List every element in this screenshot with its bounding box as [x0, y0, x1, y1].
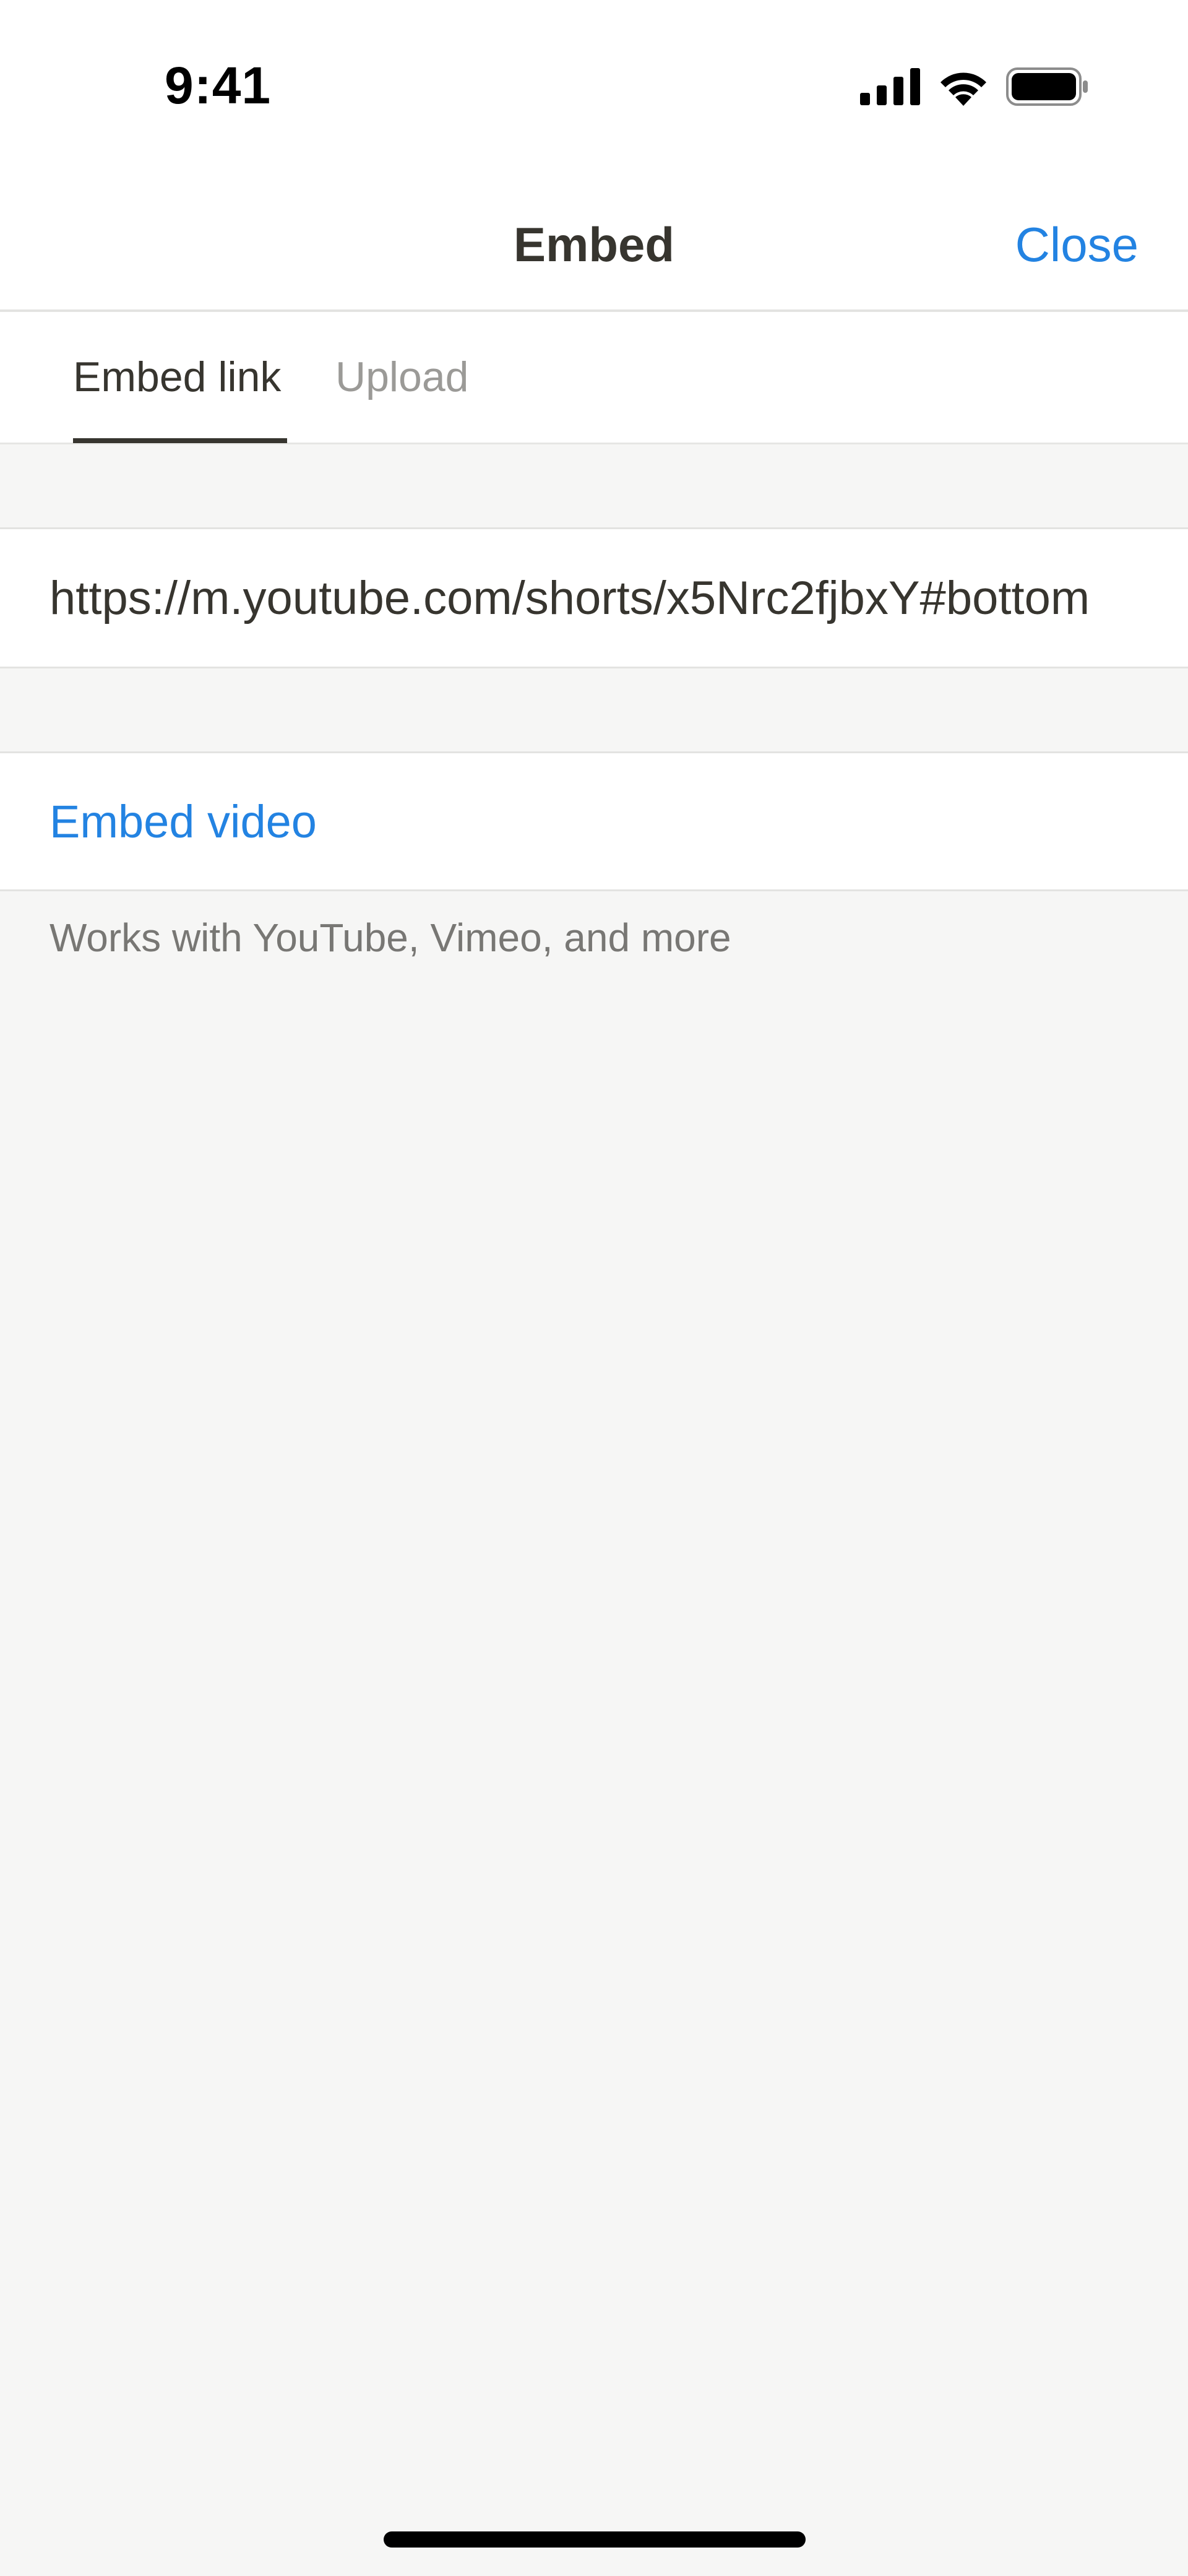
- embed-video-button[interactable]: Embed video: [0, 751, 1188, 891]
- close-button[interactable]: Close: [1015, 217, 1138, 273]
- embed-url-input[interactable]: [50, 529, 1188, 667]
- helper-text: Works with YouTube, Vimeo, and more: [50, 915, 731, 960]
- tab-upload[interactable]: Upload: [335, 353, 469, 401]
- status-bar: 9:41: [0, 0, 1188, 161]
- nav-bar: Embed Close: [0, 161, 1188, 312]
- page-title: Embed: [513, 217, 675, 272]
- active-tab-indicator: [73, 438, 287, 443]
- battery-icon: [1006, 67, 1089, 109]
- tab-bar: Embed link Upload: [0, 312, 1188, 444]
- status-icons: [860, 67, 1089, 109]
- embed-video-label: Embed video: [50, 796, 317, 847]
- home-indicator: [384, 2531, 806, 2548]
- url-row: [0, 527, 1188, 668]
- cellular-signal-icon: [860, 67, 921, 108]
- status-time: 9:41: [165, 56, 272, 115]
- tab-embed-link[interactable]: Embed link: [73, 353, 281, 401]
- wifi-icon: [937, 67, 990, 109]
